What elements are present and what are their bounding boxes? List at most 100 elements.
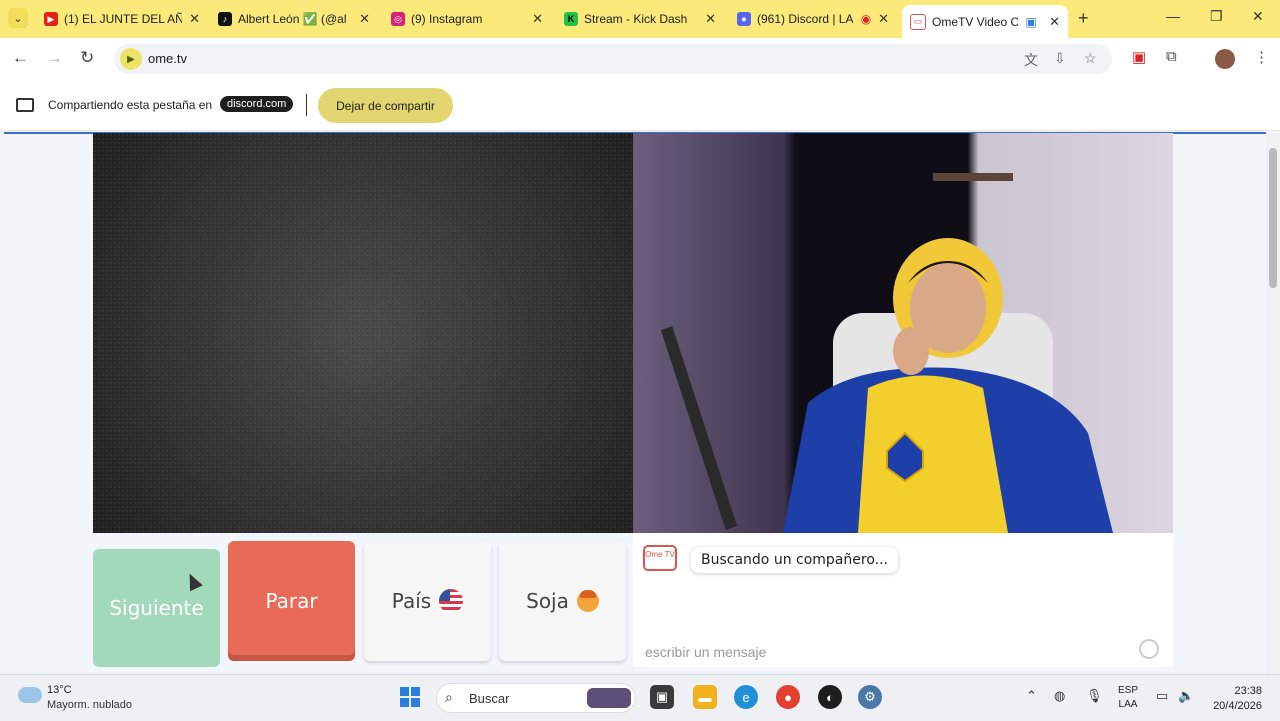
search-icon: ⌕ <box>445 689 453 705</box>
us-flag-icon <box>439 589 464 613</box>
microphone-icon[interactable]: 🎙 <box>1086 688 1103 704</box>
close-icon[interactable]: ✕ <box>532 11 543 27</box>
clock-time: 23:38 <box>1234 685 1262 697</box>
message-input[interactable] <box>643 643 1127 661</box>
next-button[interactable]: Siguiente <box>93 549 220 667</box>
weather-description[interactable]: Mayorm. nublado <box>47 699 132 711</box>
extensions-puzzle-icon[interactable]: ⧉ <box>1166 48 1177 65</box>
page-scrollbar[interactable] <box>1266 133 1280 674</box>
ometv-logo-icon: Ome TV <box>643 545 677 571</box>
emoji-smiley-icon[interactable] <box>1139 639 1159 659</box>
tab-instagram[interactable]: ◎ (9) Instagram ✕ <box>391 6 543 32</box>
url-text: ome.tv <box>148 51 188 66</box>
tab-title: Stream - Kick Dashbo <box>584 12 688 26</box>
status-message: Buscando un compañero... <box>691 547 898 573</box>
cloud-weather-icon[interactable] <box>18 687 42 703</box>
stop-label: Parar <box>265 589 318 613</box>
clock-date: 20/4/2026 <box>1213 700 1262 712</box>
next-label: Siguiente <box>109 596 204 620</box>
share-text: Compartiendo esta pestaña en <box>48 98 213 112</box>
new-tab-icon[interactable]: + <box>1078 8 1089 29</box>
extension-icon[interactable]: ▣ <box>1132 48 1146 66</box>
file-explorer-icon[interactable]: ▬ <box>693 685 717 709</box>
tiktok-icon: ♪ <box>218 12 232 26</box>
tab-ometv[interactable]: ▭ OmeTV Video Ch ▣ ✕ <box>902 5 1068 38</box>
close-icon[interactable]: ✕ <box>1049 14 1060 30</box>
tab-title: (961) Discord | LA <box>757 12 853 26</box>
profile-avatar[interactable] <box>1215 49 1235 69</box>
minimize-icon[interactable]: — <box>1166 8 1180 24</box>
restore-icon[interactable]: ❐ <box>1210 8 1223 25</box>
network-icon[interactable]: ◍ <box>1054 688 1065 704</box>
camera-permission-icon[interactable]: ▶ <box>120 48 142 70</box>
settings-gear-icon[interactable]: ⚙ <box>858 685 882 709</box>
display-icon[interactable]: ▭ <box>1156 688 1168 704</box>
taskbar-search[interactable]: ⌕ Buscar <box>436 683 636 713</box>
instagram-icon: ◎ <box>391 12 405 26</box>
clock[interactable]: 23:38 20/4/2026 <box>1204 684 1262 714</box>
person-emoji-icon <box>576 590 599 612</box>
wall-shelf <box>933 173 1013 181</box>
search-label: Buscar <box>469 691 510 706</box>
chevron-down-icon: ⌄ <box>13 12 23 25</box>
ometv-icon: ▭ <box>910 13 926 30</box>
translate-icon[interactable]: 文 <box>1024 50 1038 70</box>
screen-share-icon: ▣ <box>1024 14 1038 29</box>
tab-title: Albert León ✅ (@al <box>238 12 347 26</box>
task-view-icon[interactable]: ▣ <box>650 685 674 709</box>
gender-label: Soja <box>526 589 569 613</box>
address-bar[interactable]: ▶ ome.tv 文 ⇩ ☆ <box>114 44 1112 74</box>
language-indicator[interactable]: ESP LAA <box>1118 684 1138 712</box>
close-icon[interactable]: ✕ <box>705 11 716 27</box>
obs-icon[interactable]: ◐ <box>818 685 842 709</box>
screen-share-icon <box>16 98 34 112</box>
recording-icon: ◉ <box>859 12 873 26</box>
discord-icon: ● <box>737 12 751 26</box>
tab-kick[interactable]: K Stream - Kick Dashbo ✕ <box>564 6 716 32</box>
share-banner: Compartiendo esta pestaña en discord.com… <box>0 80 1280 131</box>
tab-title: (1) EL JUNTE DEL AÑ <box>64 12 182 26</box>
bookmark-star-icon[interactable]: ☆ <box>1084 50 1097 67</box>
gender-button[interactable]: Soja <box>499 541 626 661</box>
mic-arm <box>660 326 738 530</box>
install-app-icon[interactable]: ⇩ <box>1054 50 1066 67</box>
back-icon[interactable]: ← <box>12 48 29 68</box>
tab-discord[interactable]: ● (961) Discord | LA ◉ ✕ <box>737 6 889 32</box>
tab-strip: ⌄ ▶ (1) EL JUNTE DEL AÑ ✕ ♪ Albert León … <box>0 0 1280 38</box>
webcam-scene <box>660 173 1113 533</box>
browser-toolbar: ← → ↻ ▶ ome.tv 文 ⇩ ☆ ▣ ⧉ ⋮ <box>0 38 1280 80</box>
chrome-icon[interactable]: ● <box>776 685 800 709</box>
youtube-icon: ▶ <box>44 12 58 26</box>
divider <box>306 94 307 116</box>
close-icon[interactable]: ✕ <box>878 11 889 27</box>
weather-temperature[interactable]: 13°C <box>47 684 72 696</box>
close-icon[interactable]: ✕ <box>359 11 370 27</box>
share-domain-badge: discord.com <box>220 96 294 112</box>
chevron-up-icon[interactable]: ⌃ <box>1026 688 1037 704</box>
lang-bottom: LAA <box>1118 699 1138 710</box>
tab-title: OmeTV Video Ch <box>932 14 1018 29</box>
stop-button[interactable]: Parar <box>228 541 355 661</box>
close-icon[interactable]: ✕ <box>189 11 200 27</box>
chat-panel: Ome TV Buscando un compañero... <box>633 533 1173 667</box>
menu-kebab-icon[interactable]: ⋮ <box>1254 48 1269 66</box>
volume-icon[interactable]: 🔈 <box>1178 688 1194 704</box>
windows-start-icon[interactable] <box>400 687 420 707</box>
hand <box>893 327 929 375</box>
reload-icon[interactable]: ↻ <box>80 48 94 68</box>
scrollbar-thumb[interactable] <box>1269 148 1277 288</box>
taskbar: 13°C Mayorm. nublado ⌕ Buscar ▣ ▬ e ● ◐ … <box>0 674 1280 721</box>
window-close-icon[interactable]: ✕ <box>1252 8 1264 25</box>
kick-icon: K <box>564 12 578 26</box>
partner-video <box>93 133 633 533</box>
country-label: País <box>391 589 432 613</box>
tab-tiktok[interactable]: ♪ Albert León ✅ (@al ✕ <box>218 6 370 32</box>
tab-search-button[interactable]: ⌄ <box>8 8 28 28</box>
search-highlight-image <box>587 688 631 708</box>
stop-sharing-button[interactable]: Dejar de compartir <box>318 88 453 123</box>
edge-icon[interactable]: e <box>734 685 758 709</box>
country-button[interactable]: País <box>364 541 491 661</box>
self-video <box>633 133 1173 533</box>
tab-youtube[interactable]: ▶ (1) EL JUNTE DEL AÑ ✕ <box>44 6 200 32</box>
forward-icon[interactable]: → <box>46 48 63 68</box>
